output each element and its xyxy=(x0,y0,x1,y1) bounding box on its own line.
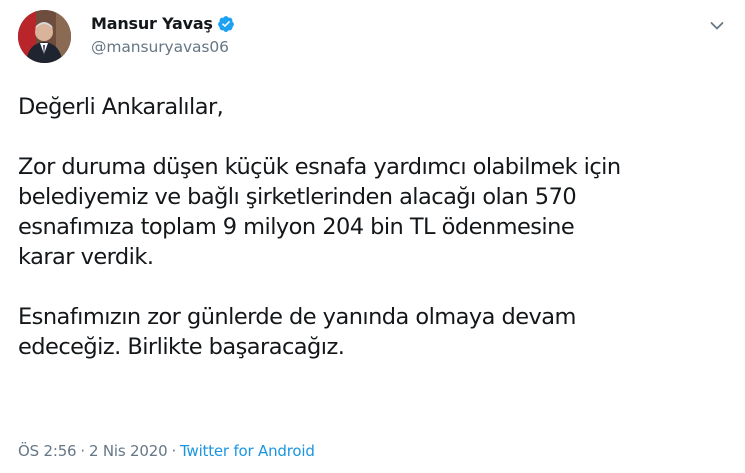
chevron-down-icon[interactable] xyxy=(710,16,724,30)
tweet-date[interactable]: 2 Nis 2020 xyxy=(89,442,168,460)
meta-separator: · xyxy=(80,442,85,460)
tweet-paragraph-greeting: Değerli Ankaralılar, xyxy=(18,94,224,120)
tweet-time[interactable]: ÖS 2:56 xyxy=(18,442,77,460)
tweet-text: Değerli Ankaralılar, Zor duruma düşen kü… xyxy=(18,92,730,392)
profile-photo xyxy=(18,10,71,63)
user-handle[interactable]: @mansuryavas06 xyxy=(91,38,235,56)
tweet-meta: ÖS 2:56 · 2 Nis 2020 · Twitter for Android xyxy=(18,442,315,460)
display-name[interactable]: Mansur Yavaş xyxy=(91,14,213,33)
tweet-paragraph-closing: Esnafımızın zor günlerde de yanında olma… xyxy=(18,304,576,360)
meta-separator: · xyxy=(171,442,177,460)
author-block: Mansur Yavaş @mansuryavas06 xyxy=(91,11,235,56)
tweet-paragraph-announcement: Zor duruma düşen küçük esnafa yardımcı o… xyxy=(18,154,621,270)
avatar[interactable] xyxy=(18,10,71,63)
verified-badge-icon xyxy=(217,15,235,33)
tweet-card: Mansur Yavaş @mansuryavas06 Değerli Anka… xyxy=(0,0,745,473)
tweet-source-link[interactable]: Twitter for Android xyxy=(180,442,315,460)
name-row: Mansur Yavaş xyxy=(91,11,235,36)
